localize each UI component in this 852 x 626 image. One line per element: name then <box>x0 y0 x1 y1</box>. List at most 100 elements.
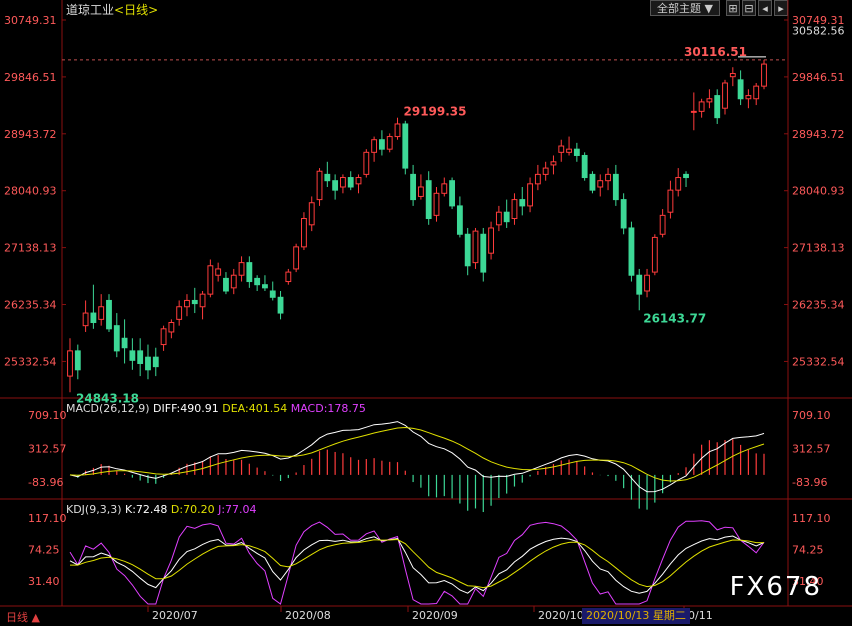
candle-down <box>456 205 463 235</box>
kdj-j-line <box>69 520 765 605</box>
candle-down <box>324 173 331 182</box>
candle-up <box>67 350 73 377</box>
candle-down <box>714 95 721 119</box>
candle-up <box>550 161 557 166</box>
candle-up <box>566 148 572 153</box>
candle-up <box>597 180 604 188</box>
price-right-extra: 30582.56 <box>792 25 845 38</box>
candle-up <box>340 177 346 188</box>
macd-panel <box>69 421 765 513</box>
price-tick-right: 28943.72 <box>792 128 845 141</box>
stock-chart-window: 道琼工业<日线> 全部主题 ▼ ⊞ ⊟ ◂ ▸ 30749.31 30749.31… <box>0 0 852 626</box>
price-tick-right: 29846.51 <box>792 71 845 84</box>
candle-up <box>82 312 89 327</box>
candle-up <box>160 328 167 346</box>
candle-down <box>262 284 268 289</box>
candle-up <box>363 151 370 175</box>
kdj-tick-left: 117.10 <box>28 512 67 525</box>
annotation-peak-sep: 29199.35 <box>404 105 467 119</box>
kdj-d: D:70.20 <box>170 503 215 516</box>
candle-down <box>378 139 385 150</box>
kdj-tick-left: 31.40 <box>28 575 60 588</box>
macd-dea-line <box>69 426 765 482</box>
candle-down <box>464 233 471 267</box>
candle-down <box>636 274 643 295</box>
candle-up <box>761 63 767 87</box>
candle-up <box>184 299 190 308</box>
kdj-label: KDJ(9,3,3) <box>66 503 122 516</box>
x-label: 0/11 <box>688 609 713 622</box>
candle-up <box>527 183 533 207</box>
price-tick-right: 26235.34 <box>792 299 845 312</box>
candle-up <box>230 274 237 289</box>
candle-down <box>589 173 596 191</box>
candle-up <box>371 139 378 153</box>
candle-up <box>285 271 292 283</box>
candle-up <box>753 85 760 100</box>
price-tick-left: 29846.51 <box>4 71 57 84</box>
candle-up <box>706 98 713 103</box>
candle-down <box>137 350 144 364</box>
candle-down <box>612 173 619 201</box>
candle-down <box>402 123 409 169</box>
candle-up <box>441 183 448 194</box>
candle-up <box>511 199 518 220</box>
candle-down <box>332 180 339 191</box>
price-tick-left: 26235.34 <box>4 299 57 312</box>
candle-down <box>277 296 284 314</box>
candle-up <box>698 101 705 112</box>
candle-up <box>659 214 666 235</box>
candle-up <box>745 95 752 100</box>
candle-up <box>301 218 307 248</box>
candle-down <box>581 154 588 179</box>
candle-down <box>74 350 81 371</box>
macd-tick-left: 312.57 <box>28 442 67 455</box>
candle-down <box>620 199 627 229</box>
candle-up <box>667 189 674 213</box>
candle-up <box>558 145 565 153</box>
candle-up <box>675 177 682 191</box>
candle-up <box>690 110 697 113</box>
price-tick-right: 25332.54 <box>792 355 845 368</box>
candle-up <box>495 211 502 226</box>
price-tick-left: 30749.31 <box>4 14 57 27</box>
macd-diff-line <box>69 421 765 493</box>
candle-up <box>215 268 222 276</box>
candle-down <box>573 148 580 156</box>
candle-down <box>106 299 112 330</box>
candle-down <box>737 79 744 100</box>
candle-down <box>90 312 97 324</box>
macd-tick-left: 709.10 <box>28 409 67 422</box>
candle-down <box>503 211 510 223</box>
kdj-j: J:77.04 <box>218 503 257 516</box>
candle-up <box>722 82 728 109</box>
candle-down <box>121 337 128 349</box>
x-label: 2020/07 <box>152 609 198 622</box>
kdj-tick-right: 74.25 <box>792 543 824 556</box>
candle-up <box>308 202 315 226</box>
period-selector[interactable]: 日线 ▲ <box>6 609 40 625</box>
candle-down <box>519 199 526 207</box>
watermark: FX678 <box>729 572 822 602</box>
candle-up <box>417 186 424 197</box>
candle-up <box>534 173 541 185</box>
x-label: 2020/10 <box>538 609 584 622</box>
macd-legend: MACD(26,12,9) DIFF:490.91 DEA:401.54 MAC… <box>66 402 366 415</box>
candle-down <box>113 325 120 352</box>
candle-up <box>644 274 650 292</box>
price-tick-left: 25332.54 <box>4 355 57 368</box>
candle-up <box>207 265 214 295</box>
annotation-high: 30116.51 <box>684 45 747 59</box>
price-tick-right: 27138.13 <box>792 242 845 255</box>
price-tick-left: 27138.13 <box>4 242 57 255</box>
candle-up <box>386 136 393 150</box>
x-label: 2020/09 <box>412 609 458 622</box>
candle-up <box>605 173 611 182</box>
candle-down <box>410 173 417 201</box>
price-tick-right: 28040.93 <box>792 185 845 198</box>
macd-tick-left: -83.96 <box>28 476 63 489</box>
candle-down <box>145 356 151 371</box>
candle-up <box>293 246 300 270</box>
candle-down <box>152 356 159 368</box>
macd-tick-right: -83.96 <box>792 476 827 489</box>
